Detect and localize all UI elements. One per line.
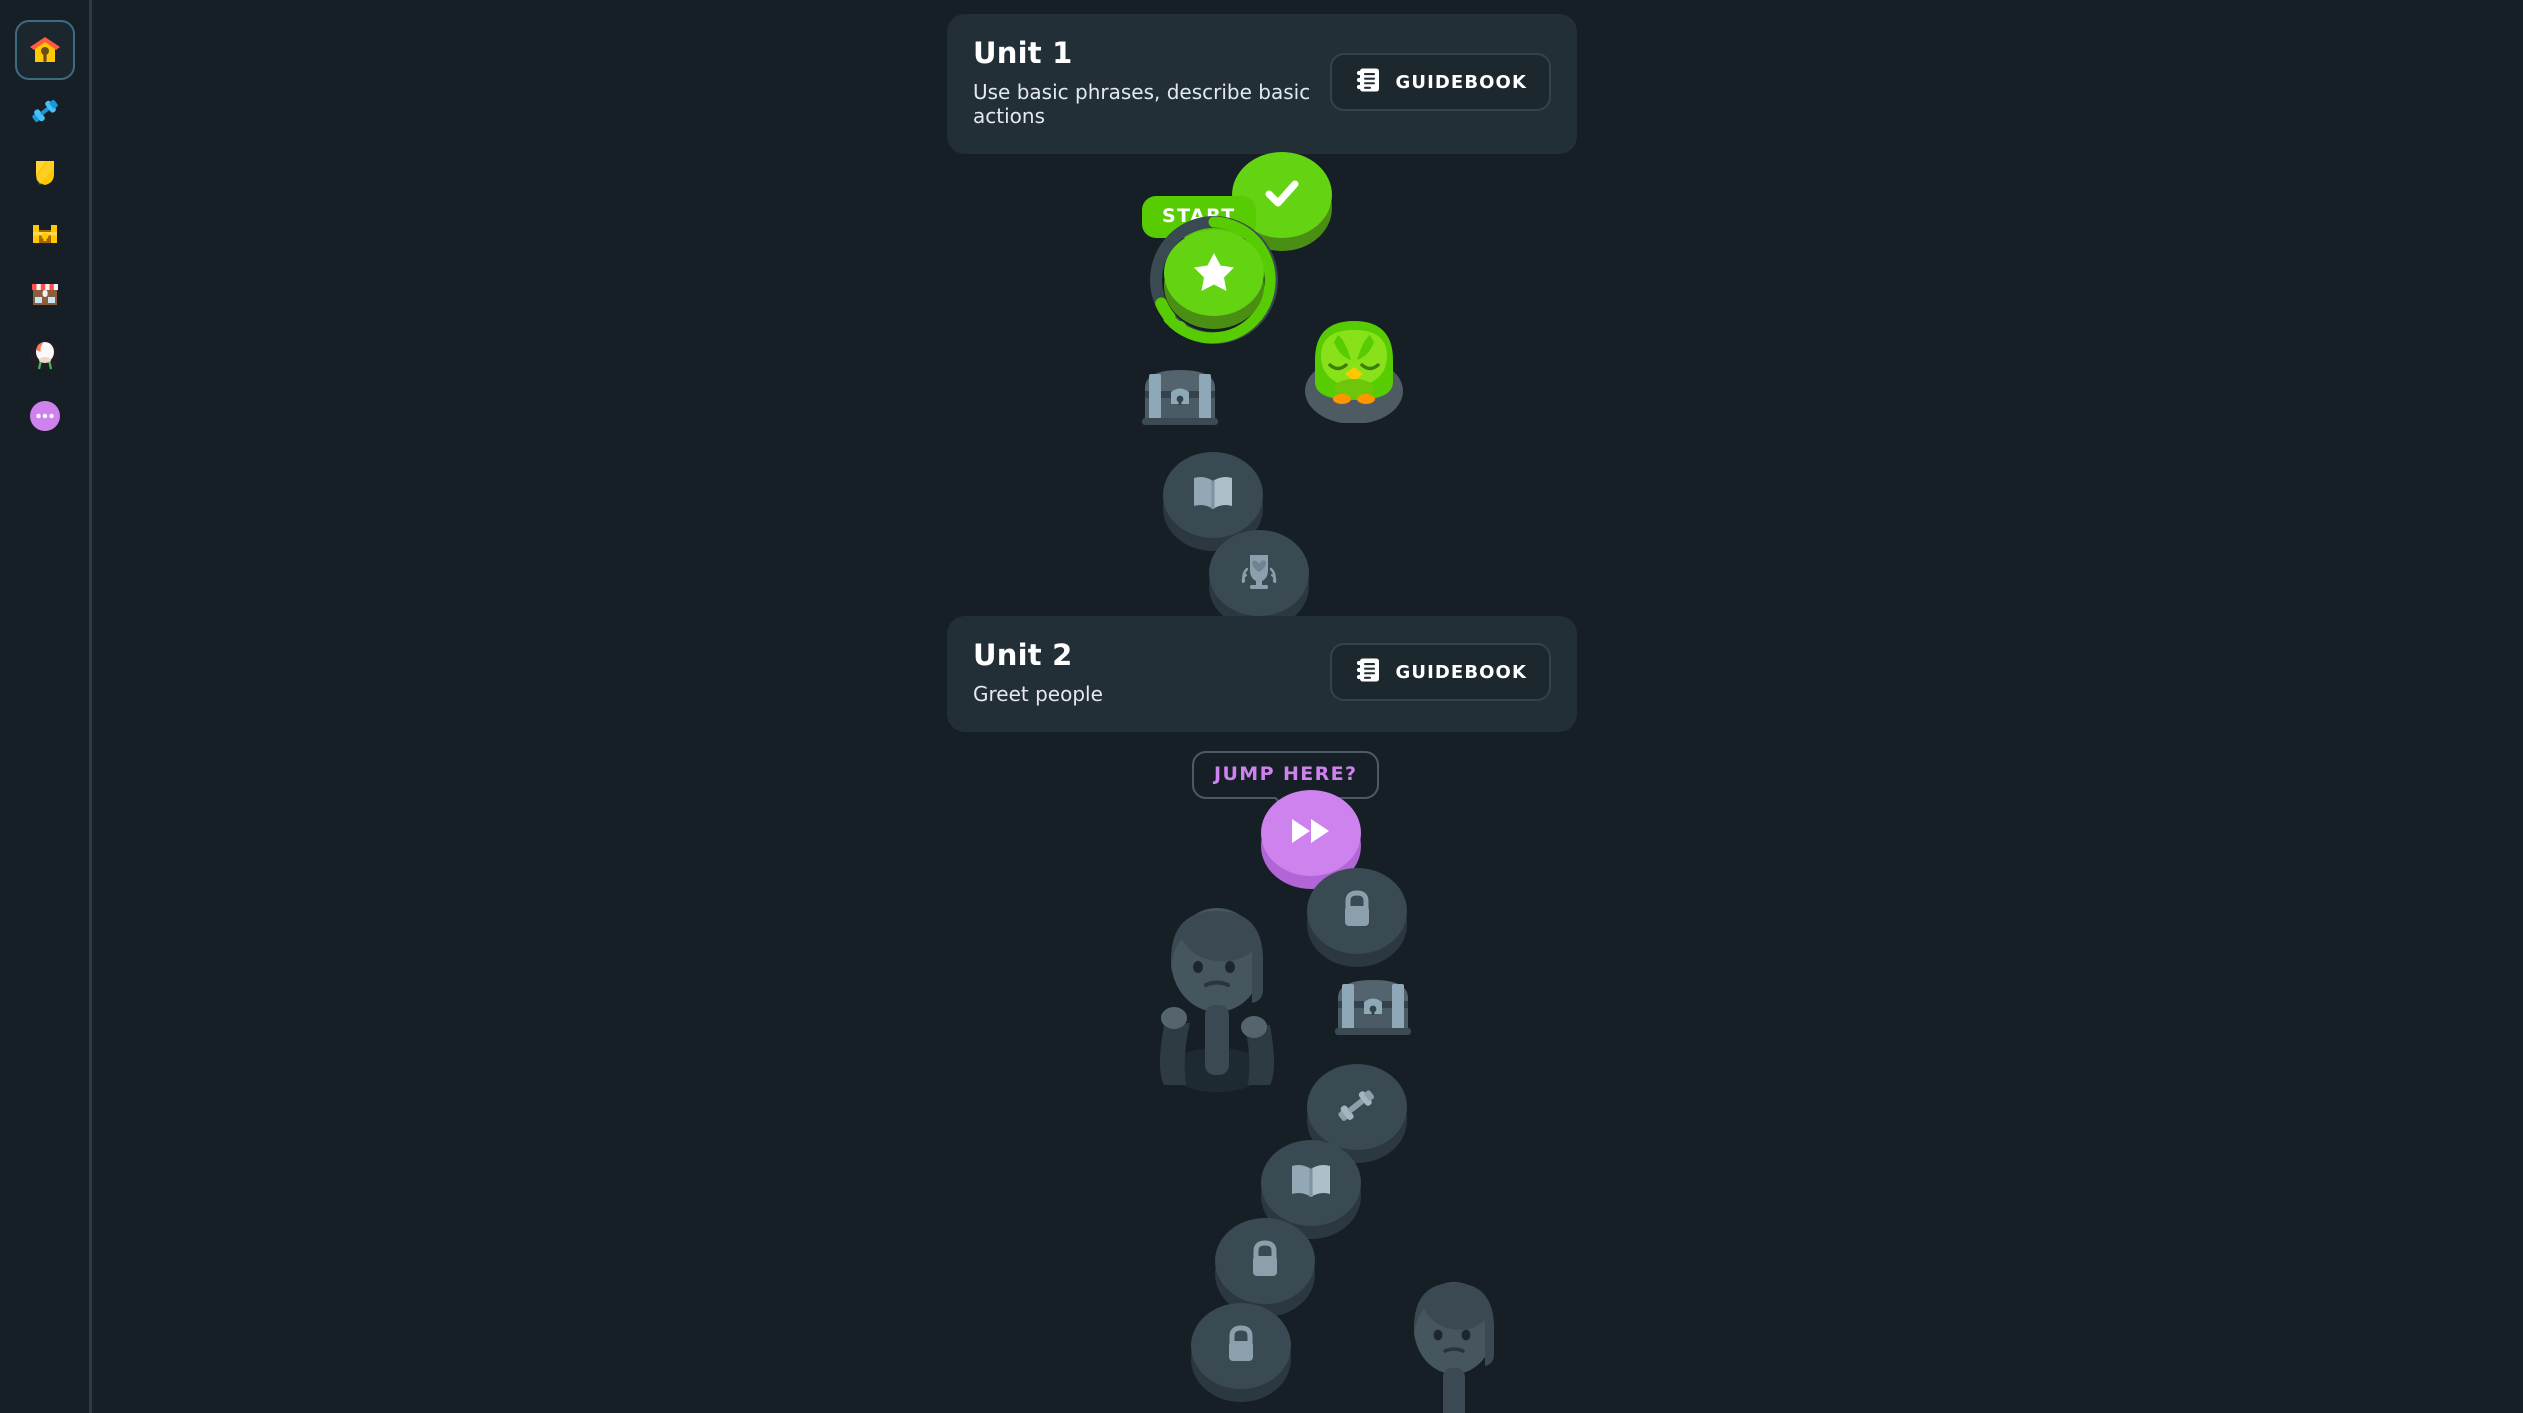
character-figure-lower — [1389, 1278, 1519, 1413]
unit-2-text: Unit 2 Greet people — [973, 638, 1103, 706]
lock-icon — [1246, 1238, 1284, 1284]
disc-face — [1261, 790, 1361, 876]
sidebar-item-shop[interactable] — [15, 264, 75, 324]
lesson-disc-current[interactable] — [1164, 230, 1264, 330]
unit-2-subtitle: Greet people — [973, 682, 1103, 706]
guidebook-icon — [1354, 66, 1382, 98]
character-figure-left — [1142, 905, 1292, 1099]
guidebook-button-unit-1[interactable]: GUIDEBOOK — [1329, 53, 1551, 111]
disc-face — [1307, 1064, 1407, 1150]
disc-face — [1261, 1140, 1361, 1226]
lock-icon — [1222, 1323, 1260, 1369]
shop-icon — [28, 277, 62, 311]
unit-1-title: Unit 1 — [973, 36, 1073, 70]
sidebar-item-profile[interactable] — [15, 325, 75, 385]
treasure-icon — [28, 216, 62, 250]
lock-icon — [1338, 888, 1376, 934]
sidebar-item-quests[interactable] — [15, 203, 75, 263]
path-node-locked-3[interactable] — [1191, 1303, 1291, 1403]
path-node-lesson-current[interactable] — [1150, 216, 1278, 344]
disc-face — [1164, 230, 1264, 316]
book-icon — [1190, 473, 1236, 517]
avatar-icon — [28, 338, 62, 372]
disc-face — [1191, 1303, 1291, 1389]
sidebar-item-leagues[interactable] — [15, 142, 75, 202]
path-node-trophy[interactable] — [1209, 530, 1309, 630]
unit-1-subtitle: Use basic phrases, describe basic action… — [973, 80, 1311, 128]
duo-owl-mascot — [1297, 308, 1412, 427]
guidebook-label-unit-2: GUIDEBOOK — [1395, 661, 1527, 683]
treasure-chest-icon — [1330, 980, 1416, 1050]
unit-1-text: Unit 1 Use basic phrases, describe basic… — [973, 36, 1330, 128]
trophy-icon — [1235, 549, 1283, 597]
more-dots-icon — [28, 399, 62, 433]
guidebook-button-unit-2[interactable]: GUIDEBOOK — [1329, 643, 1551, 701]
book-icon — [1288, 1161, 1334, 1205]
fast-forward-icon — [1287, 813, 1335, 853]
shield-icon — [28, 155, 62, 189]
locked-disc[interactable] — [1307, 868, 1407, 968]
star-icon — [1191, 248, 1237, 298]
disc-face — [1307, 868, 1407, 954]
treasure-chest-icon — [1137, 370, 1223, 440]
dumbbell-icon — [28, 94, 62, 128]
unit-header-2: Unit 2 Greet people GUIDEBOOK — [947, 616, 1577, 732]
sidebar-item-learn[interactable] — [14, 20, 75, 80]
path-node-chest[interactable] — [1137, 358, 1223, 440]
left-nav-sidebar — [0, 0, 92, 1413]
locked-disc[interactable] — [1191, 1303, 1291, 1403]
unit-header-1: Unit 1 Use basic phrases, describe basic… — [947, 14, 1577, 154]
disc-face — [1215, 1218, 1315, 1304]
birdhouse-icon — [28, 33, 62, 67]
sidebar-item-practice[interactable] — [15, 81, 75, 141]
sidebar-item-more[interactable] — [15, 386, 75, 446]
jump-here-label: JUMP HERE? — [1214, 763, 1358, 785]
disc-face — [1163, 452, 1263, 538]
dumbbell-icon — [1334, 1084, 1380, 1130]
guidebook-icon — [1354, 656, 1382, 688]
path-node-locked-1[interactable] — [1307, 868, 1407, 968]
guidebook-label-unit-1: GUIDEBOOK — [1395, 71, 1527, 93]
disc-face — [1209, 530, 1309, 616]
learning-path-area: Unit 1 Use basic phrases, describe basic… — [92, 0, 2523, 1413]
path-node-chest-2[interactable] — [1330, 968, 1416, 1050]
unit-2-title: Unit 2 — [973, 638, 1073, 672]
trophy-disc[interactable] — [1209, 530, 1309, 630]
